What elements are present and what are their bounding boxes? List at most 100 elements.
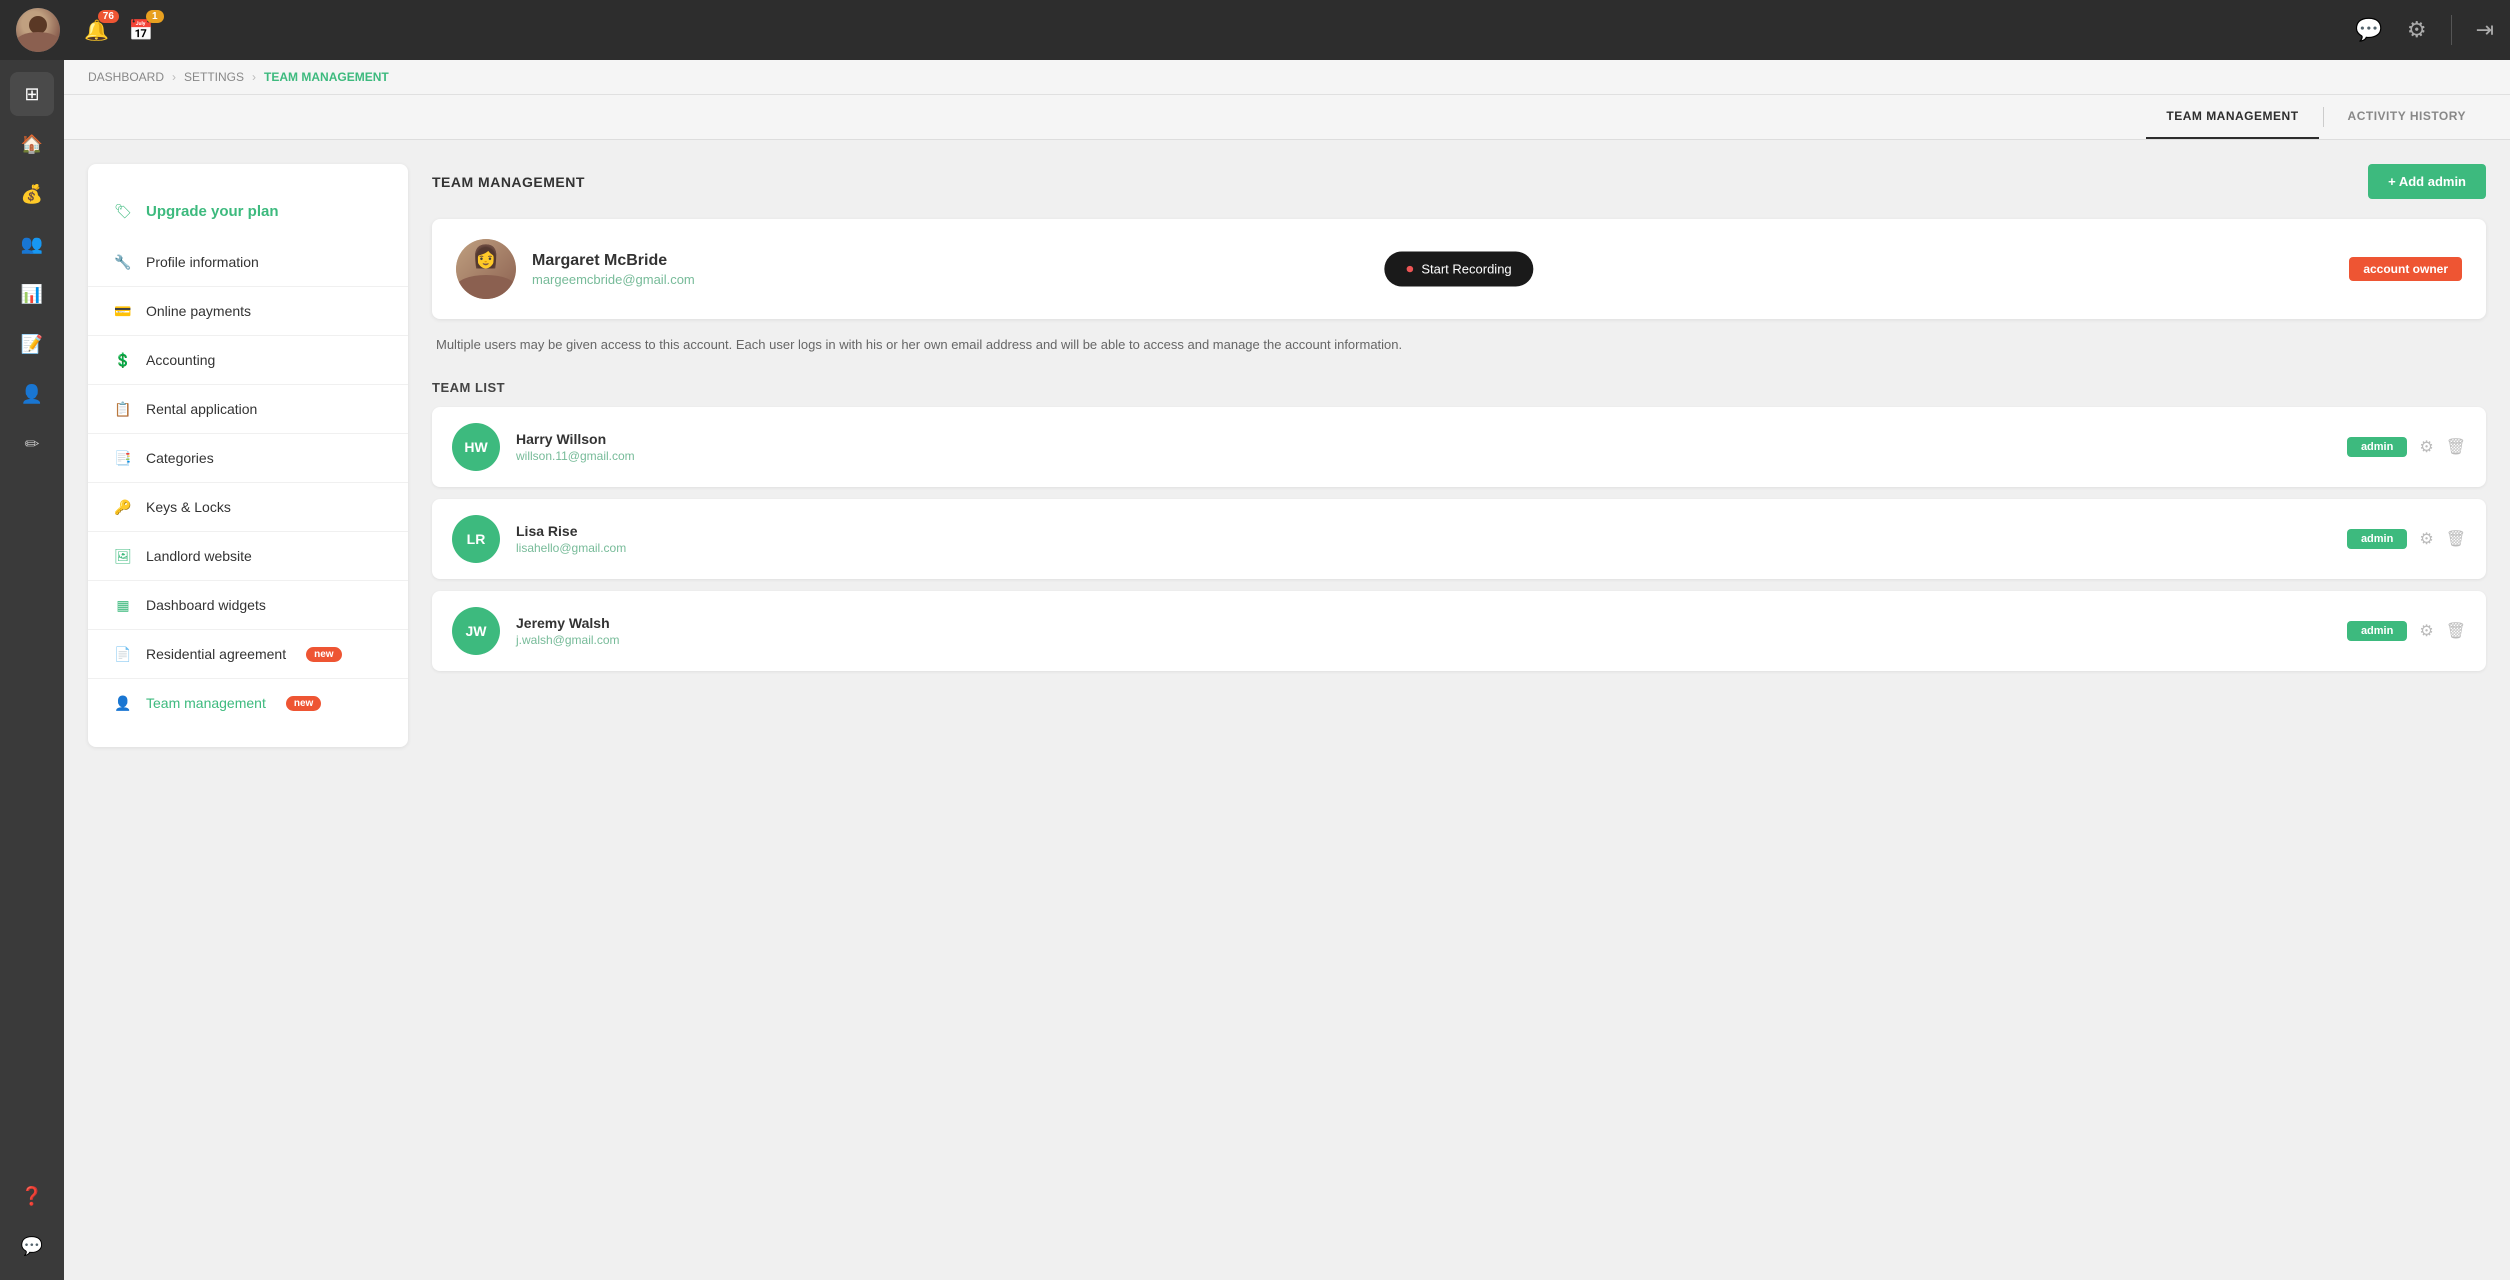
team-actions: admin ⚙ 🗑 (2347, 437, 2466, 457)
main-layout: ⊞ 🏠 💰 👥 📊 📝 👤 ✏ ❓ 💬 DASHBOARD › SETTINGS… (0, 60, 2510, 1280)
breadcrumb-sep-2: › (252, 70, 256, 84)
tab-separator (2323, 107, 2324, 127)
sidebar-item-rental-application[interactable]: 📋 Rental application (88, 385, 408, 434)
accounting-label: Accounting (146, 352, 215, 368)
team-info: Lisa Rise lisahello@gmail.com (516, 523, 2331, 555)
rental-icon: 📋 (112, 398, 134, 420)
team-settings-icon[interactable]: ⚙ (2419, 621, 2433, 641)
team-list-title: TEAM LIST (432, 380, 2486, 395)
sidebar-item-help[interactable]: ❓ (10, 1174, 54, 1218)
settings-gear-icon[interactable]: ⚙ (2407, 17, 2427, 43)
team-delete-icon[interactable]: 🗑 (2446, 529, 2466, 549)
rental-label: Rental application (146, 401, 257, 417)
recording-tooltip: ⏺ Start Recording (1384, 252, 1533, 287)
categories-label: Categories (146, 450, 214, 466)
main-panel: TEAM MANAGEMENT + Add admin 👩 Margaret M… (432, 164, 2486, 1256)
calendar-icon-wrap[interactable]: 📅 1 (129, 18, 154, 43)
sidebar-item-document[interactable]: 📝 (10, 322, 54, 366)
content-area: DASHBOARD › SETTINGS › TEAM MANAGEMENT T… (64, 60, 2510, 1280)
team-member-email: willson.11@gmail.com (516, 449, 2331, 463)
sidebar-item-categories[interactable]: 📑 Categories (88, 434, 408, 483)
avatar[interactable] (16, 8, 60, 52)
sidebar-item-grid[interactable]: ⊞ (10, 72, 54, 116)
calendar-badge: 1 (146, 10, 164, 23)
sidebar-item-landlord-website[interactable]: 🖼 Landlord website (88, 532, 408, 581)
team-delete-icon[interactable]: 🗑 (2446, 621, 2466, 641)
logout-icon[interactable]: ⇥ (2476, 17, 2494, 43)
sidebar-item-online-payments[interactable]: 💳 Online payments (88, 287, 408, 336)
team-avatar: HW (452, 423, 500, 471)
team-new-badge: new (286, 696, 321, 711)
team-avatar: JW (452, 607, 500, 655)
icon-sidebar: ⊞ 🏠 💰 👥 📊 📝 👤 ✏ ❓ 💬 (0, 60, 64, 1280)
team-actions: admin ⚙ 🗑 (2347, 621, 2466, 641)
sidebar-item-keys-locks[interactable]: 🔑 Keys & Locks (88, 483, 408, 532)
website-label: Landlord website (146, 548, 252, 564)
breadcrumb-settings[interactable]: SETTINGS (184, 70, 244, 84)
team-settings-icon[interactable]: ⚙ (2419, 529, 2433, 549)
website-icon: 🖼 (112, 545, 134, 567)
breadcrumb: DASHBOARD › SETTINGS › TEAM MANAGEMENT (64, 60, 2510, 95)
keys-label: Keys & Locks (146, 499, 231, 515)
sidebar-item-dashboard-widgets[interactable]: ▦ Dashboard widgets (88, 581, 408, 630)
team-icon: 👤 (112, 692, 134, 714)
payments-icon: 💳 (112, 300, 134, 322)
residential-icon: 📄 (112, 643, 134, 665)
chat-icon[interactable]: 💬 (2355, 17, 2382, 43)
admin-role-badge: admin (2347, 437, 2407, 457)
widgets-icon: ▦ (112, 594, 134, 616)
accounting-icon: 💲 (112, 349, 134, 371)
widgets-label: Dashboard widgets (146, 597, 266, 613)
breadcrumb-sep-1: › (172, 70, 176, 84)
breadcrumb-dashboard[interactable]: DASHBOARD (88, 70, 164, 84)
add-admin-button[interactable]: + Add admin (2368, 164, 2486, 199)
team-list: HW Harry Willson willson.11@gmail.com ad… (432, 407, 2486, 671)
residential-label: Residential agreement (146, 646, 286, 662)
sidebar-item-profile[interactable]: 🔧 Profile information (88, 238, 408, 287)
sidebar-item-home[interactable]: 🏠 (10, 122, 54, 166)
team-member-name: Lisa Rise (516, 523, 2331, 539)
page-content: 🏷 Upgrade your plan 🔧 Profile informatio… (64, 140, 2510, 1280)
notification-badge: 76 (98, 10, 119, 23)
top-header: 🔔 76 📅 1 💬 ⚙ ⇥ (0, 0, 2510, 60)
team-info: Jeremy Walsh j.walsh@gmail.com (516, 615, 2331, 647)
notification-bell[interactable]: 🔔 76 (84, 18, 109, 43)
panel-title: TEAM MANAGEMENT (432, 174, 585, 190)
team-label: Team management (146, 695, 266, 711)
sidebar-item-chart[interactable]: 📊 (10, 272, 54, 316)
header-divider (2451, 15, 2452, 45)
tab-bar: TEAM MANAGEMENT ACTIVITY HISTORY (64, 95, 2510, 140)
tab-team-management[interactable]: TEAM MANAGEMENT (2146, 95, 2318, 139)
team-actions: admin ⚙ 🗑 (2347, 529, 2466, 549)
sidebar-item-chat[interactable]: 💬 (10, 1224, 54, 1268)
team-list-item: HW Harry Willson willson.11@gmail.com ad… (432, 407, 2486, 487)
admin-role-badge: admin (2347, 621, 2407, 641)
sidebar-item-people[interactable]: 👥 (10, 222, 54, 266)
keys-icon: 🔑 (112, 496, 134, 518)
upgrade-plan-button[interactable]: 🏷 Upgrade your plan (88, 184, 408, 238)
sidebar-item-team-management[interactable]: 👤 Team management new (88, 679, 408, 727)
team-member-name: Jeremy Walsh (516, 615, 2331, 631)
breadcrumb-current: TEAM MANAGEMENT (264, 70, 389, 84)
team-info: Harry Willson willson.11@gmail.com (516, 431, 2331, 463)
sidebar-item-edit[interactable]: ✏ (10, 422, 54, 466)
sidebar-item-money[interactable]: 💰 (10, 172, 54, 216)
sidebar-item-accounting[interactable]: 💲 Accounting (88, 336, 408, 385)
team-member-email: j.walsh@gmail.com (516, 633, 2331, 647)
admin-role-badge: admin (2347, 529, 2407, 549)
sidebar-item-contact[interactable]: 👤 (10, 372, 54, 416)
recording-label: Start Recording (1421, 262, 1511, 277)
panel-header: TEAM MANAGEMENT + Add admin (432, 164, 2486, 199)
header-right: 💬 ⚙ ⇥ (2355, 15, 2494, 45)
payments-label: Online payments (146, 303, 251, 319)
header-icons: 🔔 76 📅 1 (84, 18, 154, 43)
team-list-item: LR Lisa Rise lisahello@gmail.com admin ⚙… (432, 499, 2486, 579)
record-dot-icon: ⏺ (1406, 261, 1413, 278)
team-avatar: LR (452, 515, 500, 563)
sidebar-item-residential-agreement[interactable]: 📄 Residential agreement new (88, 630, 408, 679)
team-settings-icon[interactable]: ⚙ (2419, 437, 2433, 457)
team-member-name: Harry Willson (516, 431, 2331, 447)
team-member-email: lisahello@gmail.com (516, 541, 2331, 555)
team-delete-icon[interactable]: 🗑 (2446, 437, 2466, 457)
tab-activity-history[interactable]: ACTIVITY HISTORY (2328, 95, 2486, 139)
